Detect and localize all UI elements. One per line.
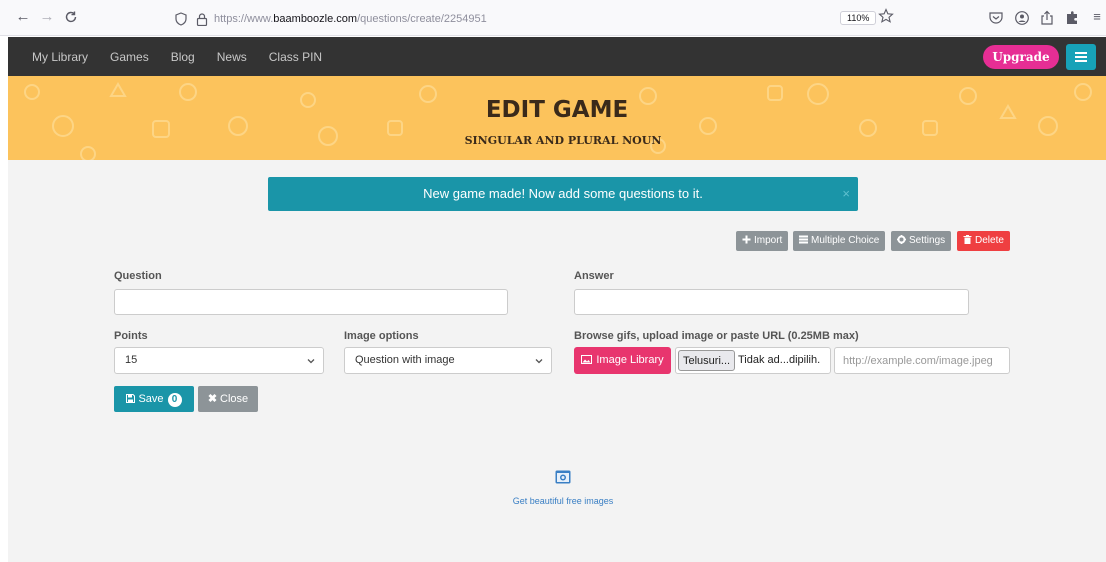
browse-label: Browse gifs, upload image or paste URL (… (574, 330, 859, 342)
forward-icon[interactable]: → (38, 8, 56, 26)
address-bar[interactable]: https://www.baamboozle.com/questions/cre… (174, 8, 904, 30)
alert-close-icon[interactable]: × (842, 177, 850, 211)
points-value: 15 (125, 354, 138, 366)
url-domain: baamboozle.com (273, 13, 358, 25)
multiple-choice-label: Multiple Choice (811, 235, 880, 246)
import-button[interactable]: Import (736, 231, 789, 251)
import-label: Import (754, 235, 783, 246)
close-icon: ✖ (207, 393, 218, 405)
image-options-select[interactable]: Question with image (344, 347, 552, 374)
site-navbar: My Library Games Blog News Class PIN Upg… (8, 37, 1106, 76)
url-prefix: https://www. (214, 13, 274, 25)
save-button[interactable]: Save 0 (114, 386, 194, 412)
plus-icon (742, 235, 751, 244)
image-options-value: Question with image (355, 354, 455, 366)
extensions-icon[interactable] (1064, 10, 1080, 26)
image-library-label: Image Library (596, 354, 664, 366)
url-path: /questions/create/2254951 (357, 13, 487, 25)
app-menu-icon[interactable]: ≡ (1088, 8, 1106, 26)
close-button[interactable]: ✖ Close (198, 386, 258, 412)
delete-button[interactable]: Delete (957, 231, 1010, 251)
image-url-input[interactable] (834, 347, 1010, 374)
nav-links: My Library Games Blog News Class PIN (8, 37, 333, 76)
close-label: Close (220, 393, 249, 405)
question-input[interactable] (114, 289, 508, 315)
nav-link-games[interactable]: Games (99, 50, 160, 64)
zoom-badge[interactable]: 110% (840, 11, 877, 25)
answer-input[interactable] (574, 289, 969, 315)
nav-link-blog[interactable]: Blog (160, 50, 206, 64)
upgrade-button[interactable]: Upgrade (983, 45, 1059, 69)
image-icon (581, 355, 593, 364)
points-label: Points (114, 330, 148, 342)
nav-link-news[interactable]: News (206, 50, 258, 64)
browse-file-button[interactable]: Telusuri... (678, 350, 736, 371)
file-upload-input[interactable]: Telusuri... Tidak ad...dipilih. (675, 347, 831, 374)
settings-button[interactable]: Settings (891, 231, 952, 251)
pocket-icon[interactable] (988, 10, 1004, 26)
chevron-down-icon (535, 359, 543, 364)
main-content: New game made! Now add some questions to… (8, 160, 1106, 562)
answer-label: Answer (574, 270, 614, 282)
trash-icon (963, 235, 972, 244)
url-text[interactable]: https://www.baamboozle.com/questions/cre… (214, 13, 487, 25)
browser-toolbar: ← → https://www.baamboozle.com/questions… (0, 0, 1106, 36)
lock-icon[interactable] (196, 12, 208, 26)
page-header: Edit Game SINGULAR AND PLURAL NOUN (8, 76, 1106, 160)
bookmark-star-icon[interactable] (878, 8, 894, 24)
camera-icon[interactable] (555, 470, 571, 484)
free-images-link[interactable]: Get beautiful free images (8, 496, 1106, 506)
delete-label: Delete (975, 235, 1004, 246)
image-options-label: Image options (344, 330, 419, 342)
alert-message: New game made! Now add some questions to… (423, 186, 703, 201)
page-title: Edit Game (485, 97, 629, 123)
points-select[interactable]: 15 (114, 347, 324, 374)
save-count-badge: 0 (167, 393, 182, 407)
floppy-disk-icon (126, 394, 136, 403)
account-icon[interactable] (1014, 10, 1030, 26)
gear-icon (897, 235, 906, 244)
hamburger-menu-icon[interactable] (1066, 44, 1096, 70)
settings-label: Settings (909, 235, 946, 246)
file-status-text: Tidak ad...dipilih. (738, 354, 821, 366)
tracking-protection-icon[interactable] (174, 12, 188, 26)
reload-icon[interactable] (62, 8, 80, 26)
question-label: Question (114, 270, 162, 282)
save-label: Save (138, 393, 164, 405)
chevron-down-icon (307, 359, 315, 364)
list-icon (799, 235, 808, 244)
back-icon[interactable]: ← (14, 8, 32, 26)
image-library-button[interactable]: Image Library (574, 347, 671, 374)
nav-link-my-library[interactable]: My Library (8, 50, 99, 64)
multiple-choice-button[interactable]: Multiple Choice (793, 231, 886, 251)
nav-link-class-pin[interactable]: Class PIN (258, 50, 333, 64)
success-alert: New game made! Now add some questions to… (268, 177, 858, 211)
share-icon[interactable] (1039, 10, 1055, 26)
game-name: SINGULAR AND PLURAL NOUN (464, 134, 662, 147)
